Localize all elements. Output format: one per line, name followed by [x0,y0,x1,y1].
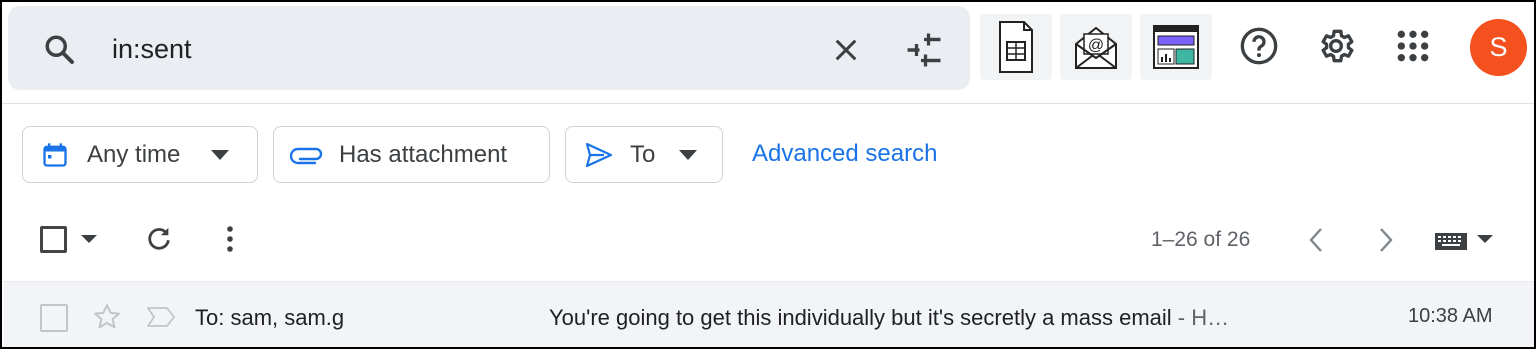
chip-label: To [630,141,656,168]
svg-text:@: @ [1088,37,1104,54]
pagination-text: 1–26 of 26 [1151,228,1251,251]
keyboard-icon[interactable] [1434,230,1468,252]
email-subject-line: You're going to get this individually bu… [549,305,1229,331]
gear-icon[interactable] [1316,26,1356,66]
header: in:sent @ S [2,2,1534,104]
chip-label: Has attachment [339,141,508,168]
email-subject: You're going to get this individually bu… [549,305,1172,330]
more-vert-icon[interactable] [224,224,236,254]
paperclip-icon [290,147,323,165]
chevron-right-icon[interactable] [1376,226,1396,254]
email-time: 10:38 AM [1408,305,1493,327]
chip-label: Any time [87,141,181,168]
email-row[interactable]: To: sam, sam.g You're going to get this … [4,281,1534,347]
mail-addon-icon: @ [1075,26,1117,69]
sheets-addon-button[interactable] [980,14,1052,80]
chevron-left-icon[interactable] [1306,226,1326,254]
search-icon[interactable] [42,32,78,68]
close-icon[interactable] [830,34,862,66]
search-bar[interactable]: in:sent [8,6,970,90]
apps-grid-icon[interactable] [1393,26,1433,66]
mail-addon-button[interactable]: @ [1060,14,1132,80]
search-input[interactable]: in:sent [112,34,192,65]
input-tools-dropdown-icon[interactable] [1476,234,1494,244]
advanced-search-link[interactable]: Advanced search [752,140,937,168]
chevron-down-icon [211,150,229,160]
sheets-addon-icon [999,21,1033,73]
select-dropdown-icon[interactable] [80,234,98,244]
calendar-icon [43,143,67,167]
chip-to[interactable]: To [565,126,723,183]
help-icon[interactable] [1239,26,1279,66]
dashboard-addon-button[interactable] [1140,14,1212,80]
select-all-checkbox[interactable] [40,226,67,253]
chip-has-attachment[interactable]: Has attachment [273,126,550,183]
gmail-window: in:sent @ S Any time Has attachment To A… [0,0,1536,349]
refresh-icon[interactable] [144,224,174,254]
email-snippet: - H… [1171,305,1230,330]
row-checkbox[interactable] [40,304,68,332]
star-icon[interactable] [92,302,122,332]
importance-marker-icon[interactable] [146,306,176,328]
chip-any-time[interactable]: Any time [22,126,258,183]
email-sender: To: sam, sam.g [195,305,345,330]
send-icon [585,142,613,168]
dashboard-addon-icon [1153,25,1199,69]
tune-icon[interactable] [904,32,944,68]
chevron-down-icon [679,150,697,160]
avatar[interactable]: S [1470,19,1527,76]
